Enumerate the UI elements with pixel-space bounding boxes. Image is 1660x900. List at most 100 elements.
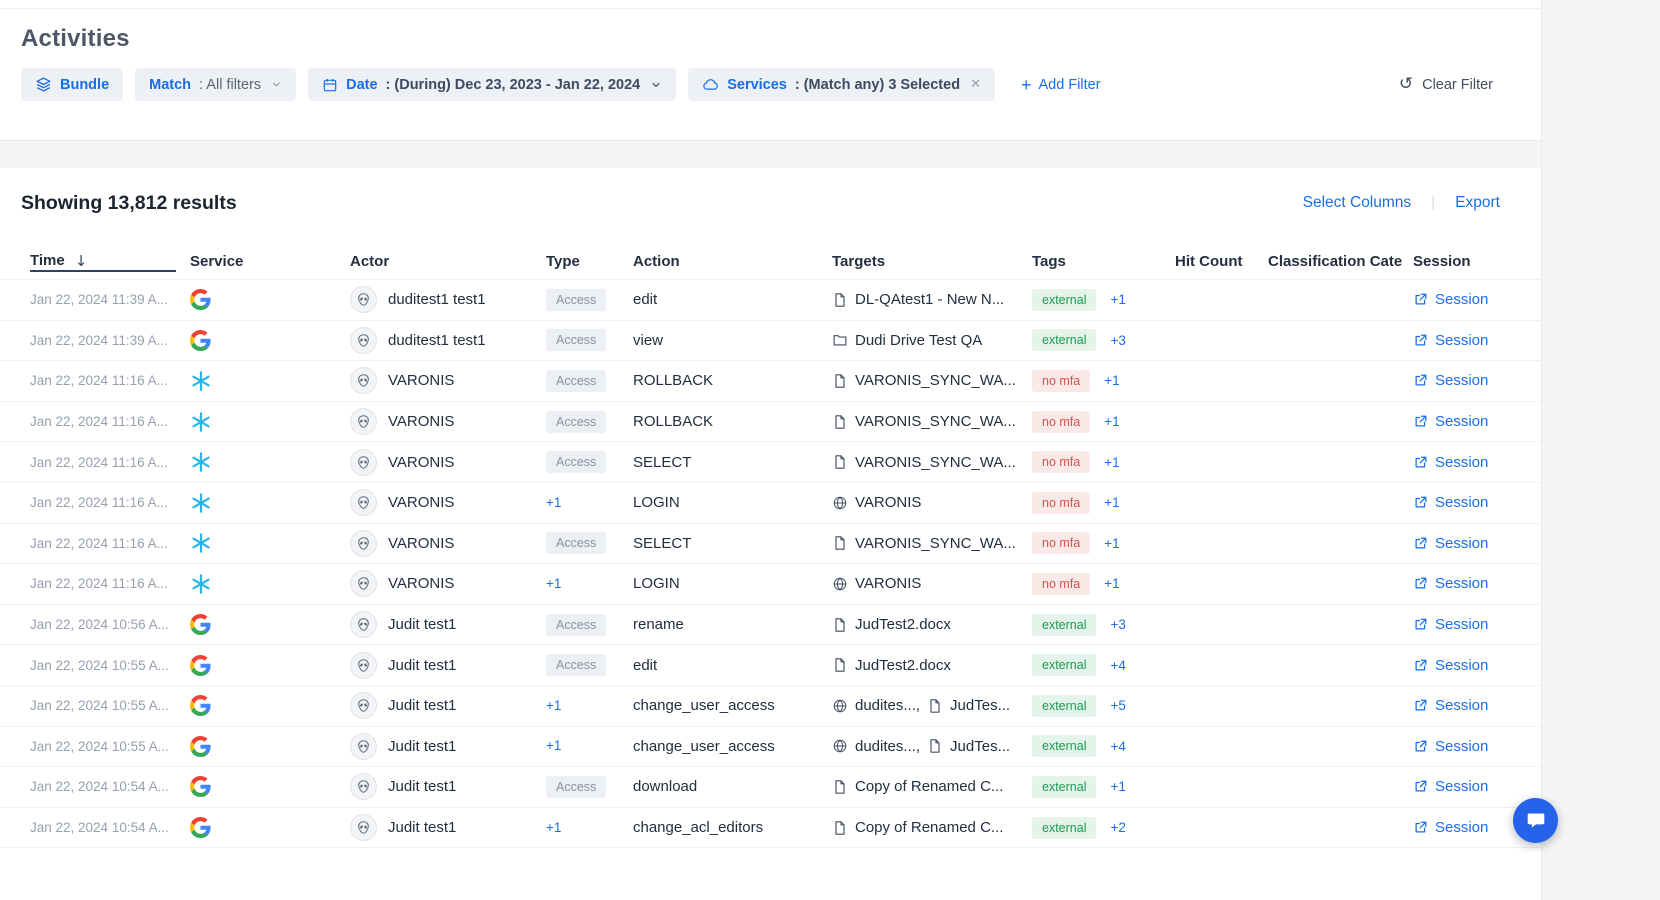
tags-more-link[interactable]: +4 bbox=[1110, 739, 1125, 754]
target-item: JudTest2.docx bbox=[832, 616, 951, 633]
column-header-action[interactable]: Action bbox=[633, 253, 832, 270]
activity-time: Jan 22, 2024 10:55 A... bbox=[30, 739, 190, 754]
session-link[interactable]: Session bbox=[1413, 819, 1488, 836]
file-icon bbox=[832, 373, 848, 389]
type-chip: Access bbox=[546, 411, 606, 433]
column-header-actor[interactable]: Actor bbox=[350, 253, 546, 270]
date-filter-chip[interactable]: Date: (During) Dec 23, 2023 - Jan 22, 20… bbox=[308, 68, 676, 101]
table-row[interactable]: Jan 22, 2024 11:16 A... VARONIS +1 LOGIN… bbox=[0, 564, 1541, 605]
table-row[interactable]: Jan 22, 2024 10:55 A... Judit test1 +1 c… bbox=[0, 727, 1541, 768]
actor-avatar bbox=[350, 692, 377, 719]
column-header-type[interactable]: Type bbox=[546, 253, 633, 270]
tags-cell: no mfa+1 bbox=[1032, 492, 1175, 514]
services-filter-chip[interactable]: Services: (Match any) 3 Selected ✕ bbox=[688, 68, 995, 101]
tags-cell: no mfa+1 bbox=[1032, 411, 1175, 433]
tags-more-link[interactable]: +2 bbox=[1110, 820, 1125, 835]
type-more-link[interactable]: +1 bbox=[546, 495, 561, 510]
type-more-link[interactable]: +1 bbox=[546, 738, 561, 753]
tags-more-link[interactable]: +1 bbox=[1104, 455, 1119, 470]
close-icon[interactable]: ✕ bbox=[970, 77, 981, 92]
session-link[interactable]: Session bbox=[1413, 332, 1488, 349]
actor-cell: VARONIS bbox=[350, 570, 546, 597]
session-link[interactable]: Session bbox=[1413, 778, 1488, 795]
select-columns-button[interactable]: Select Columns bbox=[1303, 190, 1412, 216]
services-filter-label: Services bbox=[727, 77, 787, 93]
tags-more-link[interactable]: +3 bbox=[1110, 333, 1125, 348]
tags-more-link[interactable]: +1 bbox=[1104, 495, 1119, 510]
tags-more-link[interactable]: +1 bbox=[1104, 373, 1119, 388]
type-more-link[interactable]: +1 bbox=[546, 698, 561, 713]
session-link[interactable]: Session bbox=[1413, 494, 1488, 511]
actor-cell: Judit test1 bbox=[350, 692, 546, 719]
chat-widget-button[interactable] bbox=[1513, 798, 1558, 843]
match-filter-chip[interactable]: Match: All filters bbox=[135, 68, 296, 101]
column-header-hit-count[interactable]: Hit Count bbox=[1175, 253, 1268, 270]
target-item: VARONIS_SYNC_WA... bbox=[832, 413, 1016, 430]
add-filter-button[interactable]: + Add Filter bbox=[1021, 76, 1101, 94]
table-row[interactable]: Jan 22, 2024 10:54 A... Judit test1 Acce… bbox=[0, 767, 1541, 808]
tags-more-link[interactable]: +3 bbox=[1110, 617, 1125, 632]
type-more-link[interactable]: +1 bbox=[546, 820, 561, 835]
session-link[interactable]: Session bbox=[1413, 535, 1488, 552]
google-icon bbox=[190, 736, 350, 757]
page-title: Activities bbox=[21, 25, 1541, 53]
session-link[interactable]: Session bbox=[1413, 575, 1488, 592]
targets-cell: dudites...,JudTes... bbox=[832, 738, 1032, 755]
table-row[interactable]: Jan 22, 2024 11:39 A... duditest1 test1 … bbox=[0, 280, 1541, 321]
sort-desc-icon[interactable]: ↓ bbox=[75, 252, 88, 270]
session-link[interactable]: Session bbox=[1413, 657, 1488, 674]
table-row[interactable]: Jan 22, 2024 10:55 A... Judit test1 Acce… bbox=[0, 645, 1541, 686]
column-header-classification[interactable]: Classification Cate bbox=[1268, 253, 1413, 270]
file-icon bbox=[832, 454, 848, 470]
tags-more-link[interactable]: +1 bbox=[1104, 536, 1119, 551]
table-row[interactable]: Jan 22, 2024 11:16 A... VARONIS Access S… bbox=[0, 524, 1541, 565]
actor-name: VARONIS bbox=[388, 454, 454, 471]
clear-filter-label: Clear Filter bbox=[1422, 77, 1493, 93]
globe-icon bbox=[832, 576, 848, 592]
target-name: JudTes... bbox=[950, 697, 1010, 714]
column-header-targets[interactable]: Targets bbox=[832, 253, 1032, 270]
export-button[interactable]: Export bbox=[1455, 190, 1500, 216]
table-row[interactable]: Jan 22, 2024 11:16 A... VARONIS Access R… bbox=[0, 361, 1541, 402]
tag-chip: external bbox=[1032, 614, 1096, 636]
activity-time: Jan 22, 2024 10:54 A... bbox=[30, 820, 190, 835]
results-panel: Showing 13,812 results Select Columns | … bbox=[0, 168, 1541, 900]
column-header-session[interactable]: Session bbox=[1413, 253, 1541, 270]
table-row[interactable]: Jan 22, 2024 10:56 A... Judit test1 Acce… bbox=[0, 605, 1541, 646]
tags-more-link[interactable]: +1 bbox=[1104, 576, 1119, 591]
bundle-button[interactable]: Bundle bbox=[21, 68, 123, 101]
external-link-icon bbox=[1413, 617, 1428, 632]
tag-chip: external bbox=[1032, 695, 1096, 717]
session-link[interactable]: Session bbox=[1413, 413, 1488, 430]
session-link[interactable]: Session bbox=[1413, 616, 1488, 633]
tags-more-link[interactable]: +5 bbox=[1110, 698, 1125, 713]
clear-filter-button[interactable]: ↺ Clear Filter bbox=[1399, 76, 1493, 93]
tags-more-link[interactable]: +1 bbox=[1104, 414, 1119, 429]
column-header-tags[interactable]: Tags bbox=[1032, 253, 1175, 270]
type-cell: +1 bbox=[546, 737, 633, 755]
table-row[interactable]: Jan 22, 2024 10:54 A... Judit test1 +1 c… bbox=[0, 808, 1541, 849]
tags-more-link[interactable]: +1 bbox=[1110, 292, 1125, 307]
session-link[interactable]: Session bbox=[1413, 372, 1488, 389]
column-header-time[interactable]: Time ↓ bbox=[30, 252, 176, 272]
actor-name: duditest1 test1 bbox=[388, 291, 486, 308]
activity-time: Jan 22, 2024 11:16 A... bbox=[30, 495, 190, 510]
table-row[interactable]: Jan 22, 2024 11:16 A... VARONIS +1 LOGIN… bbox=[0, 483, 1541, 524]
type-more-link[interactable]: +1 bbox=[546, 576, 561, 591]
target-name: JudTest2.docx bbox=[855, 616, 951, 633]
table-row[interactable]: Jan 22, 2024 11:39 A... duditest1 test1 … bbox=[0, 321, 1541, 362]
tag-chip: external bbox=[1032, 329, 1096, 351]
table-row[interactable]: Jan 22, 2024 11:16 A... VARONIS Access S… bbox=[0, 442, 1541, 483]
table-row[interactable]: Jan 22, 2024 10:55 A... Judit test1 +1 c… bbox=[0, 686, 1541, 727]
session-link[interactable]: Session bbox=[1413, 738, 1488, 755]
session-link[interactable]: Session bbox=[1413, 291, 1488, 308]
activity-time: Jan 22, 2024 10:55 A... bbox=[30, 698, 190, 713]
table-row[interactable]: Jan 22, 2024 11:16 A... VARONIS Access R… bbox=[0, 402, 1541, 443]
tags-more-link[interactable]: +1 bbox=[1110, 779, 1125, 794]
target-item: dudites..., bbox=[832, 738, 920, 755]
file-icon bbox=[832, 535, 848, 551]
column-header-service[interactable]: Service bbox=[190, 253, 350, 270]
session-link[interactable]: Session bbox=[1413, 697, 1488, 714]
tags-more-link[interactable]: +4 bbox=[1110, 658, 1125, 673]
session-link[interactable]: Session bbox=[1413, 454, 1488, 471]
